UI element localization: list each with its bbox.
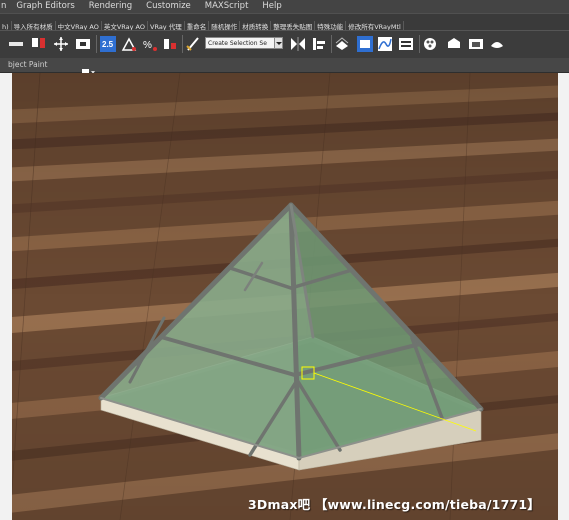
plugin-button-modify-vraymtl[interactable]: 修改所有VRayMtl bbox=[346, 21, 404, 30]
ribbon-strip: bject Paint bbox=[0, 58, 569, 75]
plugin-button-vray-ao-en[interactable]: 英文VRay AO bbox=[102, 21, 148, 30]
menu-item-maxscript[interactable]: MAXScript bbox=[205, 0, 249, 13]
angle-snap-icon[interactable] bbox=[121, 36, 137, 52]
perspective-viewport[interactable] bbox=[12, 73, 558, 520]
menu-item-partial[interactable]: n bbox=[1, 0, 6, 13]
spinner-snap-icon[interactable] bbox=[162, 36, 178, 52]
curve-editor-icon[interactable] bbox=[377, 36, 393, 52]
menu-bar: n Graph Editors Rendering Customize MAXScrip… bbox=[0, 0, 569, 13]
plugin-button-import-materials[interactable]: 导入所有材质 bbox=[12, 21, 56, 30]
material-editor-icon[interactable] bbox=[423, 36, 439, 52]
svg-text:%: % bbox=[143, 40, 152, 51]
plugin-button-rename[interactable]: 重命名 bbox=[185, 21, 210, 30]
menu-item-graph-editors[interactable]: Graph Editors bbox=[16, 0, 74, 13]
snaps-toggle-icon[interactable]: 2.5 bbox=[100, 36, 116, 52]
plugin-button-vray-ao-cn[interactable]: 中文VRay AO bbox=[56, 21, 102, 30]
percent-snap-icon[interactable]: % bbox=[142, 36, 158, 52]
object-paint-tab[interactable]: bject Paint bbox=[8, 58, 47, 72]
plugin-button-partial[interactable]: h) bbox=[0, 21, 12, 30]
snap-label: 2.5 bbox=[102, 40, 114, 49]
select-and-link-icon[interactable] bbox=[31, 36, 47, 52]
plugin-toolbar: h) 导入所有材质 中文VRay AO 英文VRay AO VRay 代理 重命名 随机操作… bbox=[0, 13, 569, 30]
named-selection-set-dropdown[interactable]: Create Selection Se bbox=[205, 37, 275, 49]
plugin-button-material-convert[interactable]: 材质转换 bbox=[240, 21, 272, 30]
move-icon[interactable] bbox=[53, 36, 69, 52]
align-icon[interactable] bbox=[311, 36, 327, 52]
plugin-button-special[interactable]: 特殊功能 bbox=[315, 21, 347, 30]
layers-icon[interactable] bbox=[334, 36, 350, 52]
menu-item-rendering[interactable]: Rendering bbox=[89, 0, 132, 13]
mirror-icon[interactable] bbox=[290, 36, 306, 52]
menu-item-help[interactable]: Help bbox=[262, 0, 281, 13]
plugin-button-vray-proxy[interactable]: VRay 代理 bbox=[148, 21, 185, 30]
viewport-scene bbox=[12, 73, 558, 520]
3dsmax-window: n Graph Editors Rendering Customize MAXScrip… bbox=[0, 0, 569, 520]
watermark-text: 3Dmax吧 【www.linecg.com/tieba/1771】 bbox=[248, 497, 540, 512]
select-icon[interactable] bbox=[8, 36, 24, 52]
ribbon-options-icon[interactable] bbox=[82, 61, 96, 75]
render-icon[interactable] bbox=[489, 36, 505, 52]
graphite-toggle-icon[interactable] bbox=[357, 36, 373, 52]
left-panel-edge bbox=[0, 73, 12, 520]
scale-icon[interactable] bbox=[75, 36, 91, 52]
rendered-frame-icon[interactable] bbox=[468, 36, 484, 52]
schematic-view-icon[interactable] bbox=[398, 36, 414, 52]
menu-item-customize[interactable]: Customize bbox=[146, 0, 191, 13]
main-toolbar: 2.5 % Create Selection Se bbox=[0, 30, 569, 59]
render-setup-icon[interactable] bbox=[446, 36, 462, 52]
plugin-button-random[interactable]: 随机操作 bbox=[209, 21, 241, 30]
right-panel-edge bbox=[558, 73, 569, 520]
chevron-down-icon[interactable] bbox=[274, 37, 283, 49]
edit-named-selection-icon[interactable] bbox=[185, 36, 201, 52]
plugin-button-missing-maps[interactable]: 整理丢失贴图 bbox=[271, 21, 316, 30]
